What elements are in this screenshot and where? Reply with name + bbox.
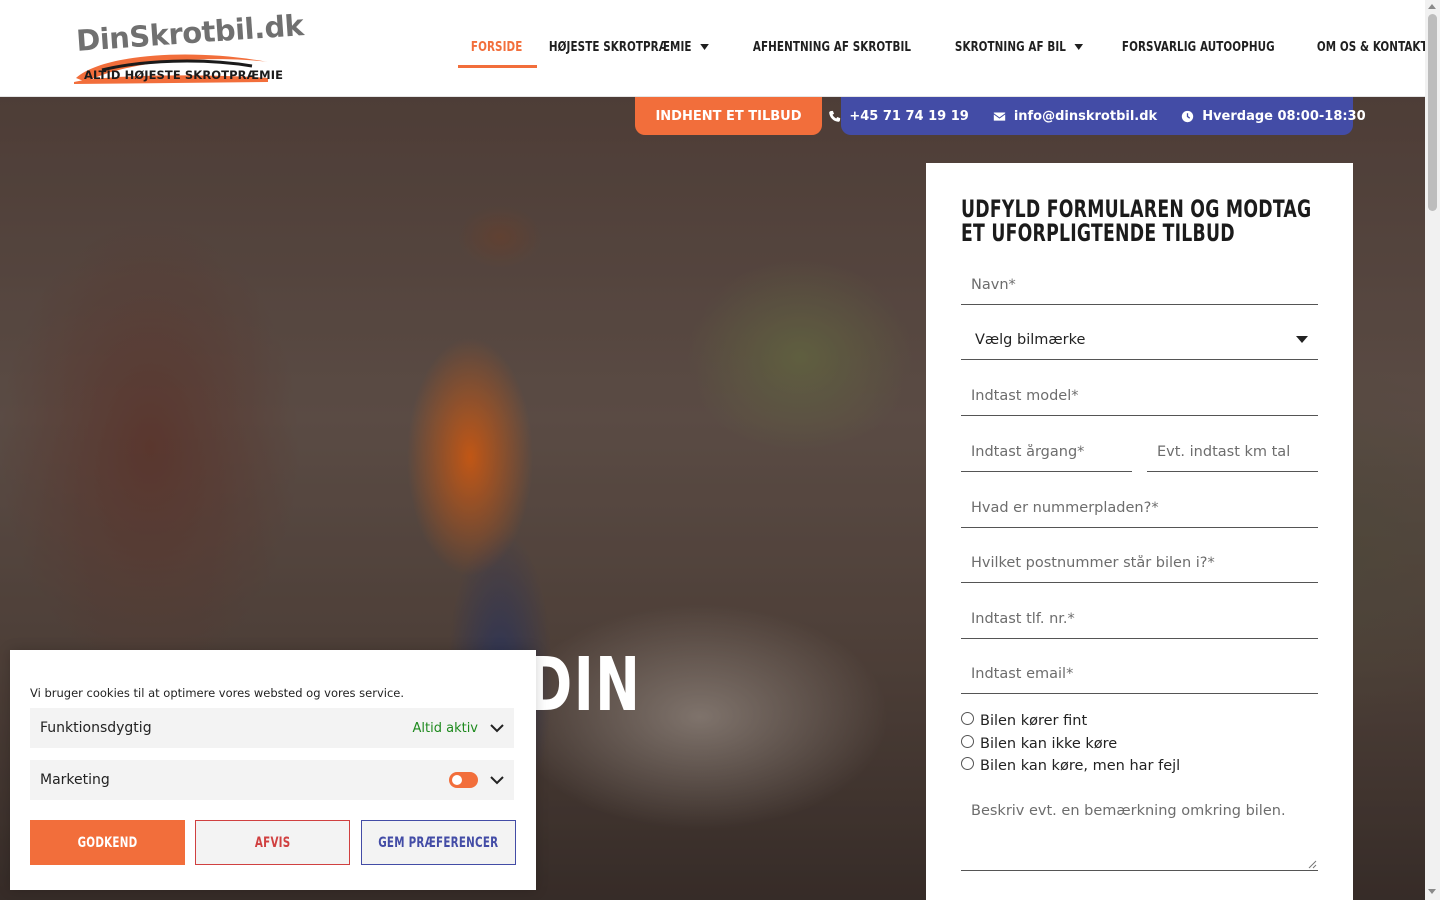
phone-number: +45 71 74 19 19 — [849, 108, 969, 124]
button-label: GODKEND — [77, 834, 138, 851]
car-brand-select-value: Vælg bilmærke — [975, 331, 1086, 348]
get-offer-button[interactable]: INDHENT ET TILBUD — [635, 97, 822, 135]
remark-textarea[interactable] — [961, 793, 1318, 871]
cookie-category-marketing[interactable]: Marketing — [30, 760, 514, 800]
year-input[interactable] — [961, 432, 1132, 472]
nav-item-skrotning[interactable]: SKROTNING AF BIL — [942, 26, 1096, 68]
site-header: DinSkrotbil.dk ALTID HØJESTE SKROTPRÆMIE… — [0, 0, 1428, 97]
km-input[interactable] — [1147, 432, 1318, 472]
site-logo[interactable]: DinSkrotbil.dk ALTID HØJESTE SKROTPRÆMIE — [72, 8, 305, 86]
page-scrollbar[interactable] — [1425, 0, 1440, 900]
model-input[interactable] — [961, 376, 1318, 416]
radio-button[interactable] — [961, 734, 974, 748]
nav-item-label: OM OS & KONTAKT — [1317, 39, 1429, 55]
radio-label: Bilen kører fint — [980, 713, 1088, 729]
caret-down-icon — [700, 44, 709, 50]
clock-icon — [1182, 110, 1194, 122]
email-input[interactable] — [961, 654, 1318, 694]
nav-item-afhentning[interactable]: AFHENTNING AF SKROTBIL — [740, 26, 924, 68]
cookie-category-functional[interactable]: Funktionsdygtig Altid aktiv — [30, 708, 514, 748]
radio-option-drives-with-faults[interactable]: Bilen kan køre, men har fejl — [961, 756, 1181, 774]
postal-code-input[interactable] — [961, 543, 1318, 583]
main-nav: FORSIDE HØJESTE SKROTPRÆMIE AFHENTNING A… — [458, 26, 1440, 68]
email-link[interactable]: info@dinskrotbil.dk — [993, 109, 1157, 124]
nav-item-label: AFHENTNING AF SKROTBIL — [752, 39, 911, 55]
nav-item-autoophug[interactable]: FORSVARLIG AUTOOPHUG — [1109, 26, 1288, 68]
cookie-deny-button[interactable]: AFVIS — [195, 820, 350, 865]
email-address: info@dinskrotbil.dk — [1013, 108, 1158, 124]
chevron-down-icon[interactable] — [490, 775, 504, 785]
caret-down-icon — [1296, 336, 1308, 343]
chevron-down-icon[interactable] — [490, 723, 504, 733]
always-active-status: Altid aktiv — [412, 720, 479, 736]
radio-button[interactable] — [961, 756, 974, 770]
envelope-icon — [993, 111, 1005, 121]
contact-bar: +45 71 74 19 19 info@dinskrotbil.dk Hver… — [829, 97, 1366, 135]
cookie-save-preferences-button[interactable]: GEM PRÆFERENCER — [361, 820, 516, 865]
cookie-consent-banner: Vi bruger cookies til at optimere vores … — [10, 650, 536, 890]
nav-item-label: SKROTNING AF BIL — [954, 39, 1066, 55]
hero-title: DIN — [528, 642, 642, 728]
phone-link[interactable]: +45 71 74 19 19 — [828, 108, 969, 124]
cookie-message: Vi bruger cookies til at optimere vores … — [30, 686, 405, 700]
car-brand-select[interactable]: Vælg bilmærke — [961, 320, 1318, 360]
caret-down-icon — [1074, 44, 1083, 50]
radio-option-cannot-drive[interactable]: Bilen kan ikke køre — [961, 734, 1118, 752]
cookie-category-label: Funktionsdygtig — [40, 720, 152, 736]
nav-item-forside[interactable]: FORSIDE — [458, 26, 535, 68]
resize-grip-icon[interactable] — [1308, 860, 1317, 869]
scroll-up-arrow-icon[interactable] — [1428, 4, 1436, 9]
quote-form: UDFYLD FORMULAREN OG MODTAG ET UFORPLIGT… — [926, 163, 1353, 900]
license-plate-input[interactable] — [961, 488, 1318, 528]
radio-button[interactable] — [961, 711, 974, 725]
name-input[interactable] — [961, 265, 1318, 305]
nav-active-underline — [458, 65, 537, 68]
scrollbar-thumb[interactable] — [1428, 14, 1437, 211]
logo-tagline: ALTID HØJESTE SKROTPRÆMIE — [84, 68, 284, 82]
cookie-category-label: Marketing — [40, 772, 110, 788]
nav-item-label: HØJESTE SKROTPRÆMIE — [548, 39, 692, 55]
opening-hours: Hverdage 08:00-18:30 — [1181, 108, 1366, 124]
nav-item-om-os[interactable]: OM OS & KONTAKT — [1304, 26, 1440, 68]
phone-icon — [829, 110, 841, 122]
marketing-toggle[interactable] — [449, 772, 478, 788]
radio-label: Bilen kan køre, men har fejl — [980, 758, 1181, 774]
radio-option-drives-fine[interactable]: Bilen kører fint — [961, 711, 1088, 729]
phone-input[interactable] — [961, 599, 1318, 639]
nav-item-hoejeste-skrotpraemie[interactable]: HØJESTE SKROTPRÆMIE — [536, 26, 722, 68]
radio-label: Bilen kan ikke køre — [980, 736, 1118, 752]
hours-text: Hverdage 08:00-18:30 — [1202, 108, 1366, 124]
nav-item-label: FORSIDE — [470, 39, 523, 55]
form-title: UDFYLD FORMULAREN OG MODTAG ET UFORPLIGT… — [961, 195, 1312, 247]
button-label: AFVIS — [254, 834, 291, 851]
nav-item-label: FORSVARLIG AUTOOPHUG — [1121, 39, 1275, 55]
scroll-down-arrow-icon[interactable] — [1428, 889, 1436, 894]
cookie-accept-button[interactable]: GODKEND — [30, 820, 185, 865]
button-label: GEM PRÆFERENCER — [378, 834, 499, 851]
